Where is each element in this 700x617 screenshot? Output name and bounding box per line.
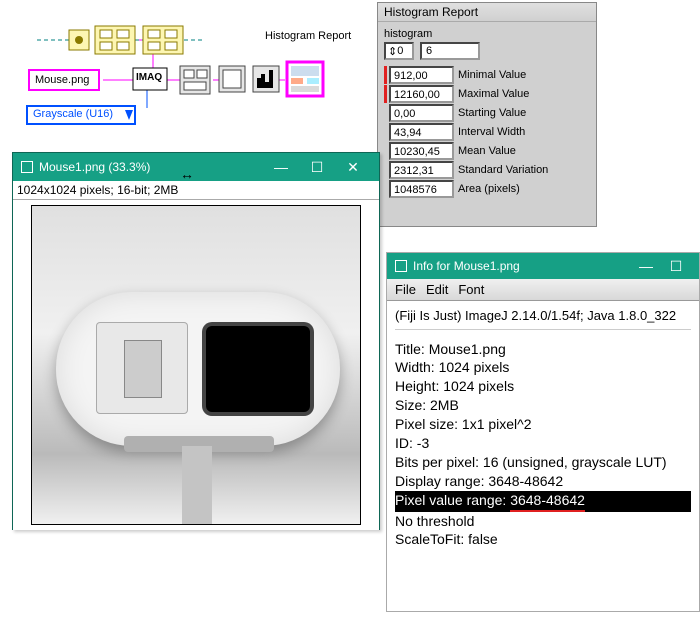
image-window: Mouse1.png (33.3%) — ☐ ✕ 1024x1024 pixel… [12, 152, 380, 530]
hist-row-value[interactable]: 12160,00 [389, 85, 454, 103]
info-window-titlebar[interactable]: Info for Mouse1.png — ☐ [387, 253, 699, 279]
image-window-subtitle: 1024x1024 pixels; 16-bit; 2MB [13, 181, 379, 200]
image-canvas[interactable] [13, 200, 379, 530]
hist-row-marker [384, 142, 387, 160]
hist-row-value[interactable]: 912,00 [389, 66, 454, 84]
info-bpp-row: Bits per pixel: 16 (unsigned, grayscale … [395, 453, 691, 472]
hist-row-label: Mean Value [456, 142, 590, 160]
hist-row-value[interactable]: 0,00 [389, 104, 454, 122]
histogram-index-toggle[interactable]: ⇕0 [384, 42, 414, 60]
hist-row-marker [384, 66, 387, 84]
info-pixel-value-range-row: Pixel value range: 3648-48642 [395, 491, 691, 512]
info-pixelsize-row: Pixel size: 1x1 pixel^2 [395, 415, 691, 434]
app-icon [21, 161, 33, 173]
hist-row-marker [384, 180, 387, 198]
stand-stem [182, 446, 212, 525]
info-display-range-row: Display range: 3648-48642 [395, 472, 691, 491]
histogram-report-panel: Histogram Report histogram ⇕0 6 912,00Mi… [377, 2, 597, 227]
histogram-report-title: Histogram Report [378, 3, 596, 22]
histogram-subtitle: histogram [384, 28, 590, 40]
hist-row-marker [384, 161, 387, 179]
hist-row-label: Area (pixels) [456, 180, 590, 198]
image-window-titlebar[interactable]: Mouse1.png (33.3%) — ☐ ✕ [13, 153, 379, 181]
info-scalefit-row: ScaleToFit: false [395, 530, 691, 549]
labview-block-diagram: Histogram Report Mouse.png IMAQ Grayscal… [25, 8, 365, 128]
minimize-button[interactable]: — [263, 159, 299, 175]
info-window-title: Info for Mouse1.png [413, 259, 520, 273]
info-id-row: ID: -3 [395, 434, 691, 453]
hist-row-value[interactable]: 1048576 [389, 180, 454, 198]
maximize-button[interactable]: ☐ [299, 159, 335, 176]
hist-row-value[interactable]: 43,94 [389, 123, 454, 141]
info-menu-bar: File Edit Font [387, 279, 699, 301]
diagram-imaq-label: IMAQ [136, 72, 162, 83]
histogram-rows: 912,00Minimal Value12160,00Maximal Value… [384, 66, 590, 198]
hist-row-marker [384, 85, 387, 103]
diagram-histogram-label: Histogram Report [265, 30, 351, 42]
close-button[interactable]: ✕ [335, 159, 371, 176]
hist-row-marker [384, 123, 387, 141]
menu-font[interactable]: Font [458, 282, 484, 297]
hist-row-label: Interval Width [456, 123, 590, 141]
info-title-row: Title: Mouse1.png [395, 340, 691, 359]
image-window-title: Mouse1.png (33.3%) [39, 160, 150, 174]
hist-row-label: Starting Value [456, 104, 590, 122]
hist-row-label: Maximal Value [456, 85, 590, 103]
pixel-value-range-value: 3648-48642 [510, 491, 585, 512]
minimize-button[interactable]: — [631, 258, 661, 274]
hist-row-value[interactable]: 10230,45 [389, 142, 454, 160]
histogram-count-input[interactable]: 6 [420, 42, 480, 60]
info-height-row: Height: 1024 pixels [395, 377, 691, 396]
hist-row-label: Minimal Value [456, 66, 590, 84]
info-window: Info for Mouse1.png — ☐ File Edit Font (… [386, 252, 700, 612]
info-threshold-row: No threshold [395, 512, 691, 531]
info-size-row: Size: 2MB [395, 396, 691, 415]
info-meta-line: (Fiji Is Just) ImageJ 2.14.0/1.54f; Java… [395, 307, 691, 330]
menu-edit[interactable]: Edit [426, 282, 448, 297]
hist-row-marker [384, 104, 387, 122]
info-width-row: Width: 1024 pixels [395, 358, 691, 377]
mouse-xray [56, 292, 340, 446]
diagram-grayscale-dropdown-label[interactable]: Grayscale (U16) [33, 108, 113, 120]
info-body: (Fiji Is Just) ImageJ 2.14.0/1.54f; Java… [387, 301, 699, 555]
maximize-button[interactable]: ☐ [661, 258, 691, 275]
hist-row-label: Standard Variation [456, 161, 590, 179]
diagram-mouse-constant: Mouse.png [35, 74, 89, 86]
app-icon [395, 260, 407, 272]
hist-row-value[interactable]: 2312,31 [389, 161, 454, 179]
menu-file[interactable]: File [395, 282, 416, 297]
